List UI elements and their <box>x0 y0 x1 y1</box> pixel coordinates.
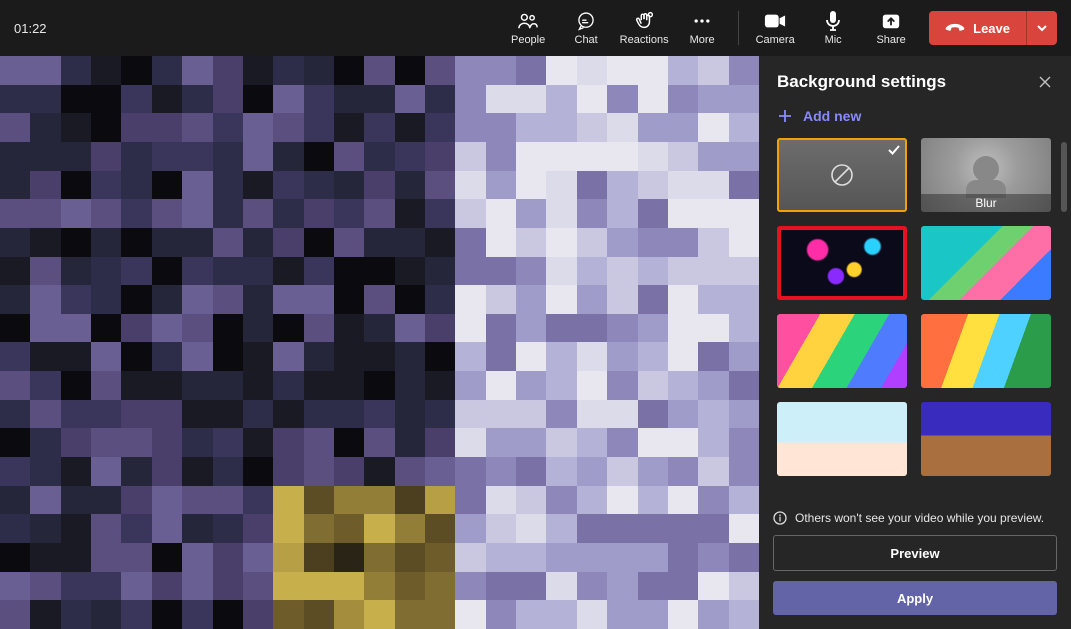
hangup-icon <box>945 21 965 35</box>
mic-button[interactable]: Mic <box>805 4 861 52</box>
more-button[interactable]: More <box>674 4 730 52</box>
preview-info: Others won't see your video while you pr… <box>773 511 1057 525</box>
plus-icon <box>777 108 793 124</box>
bg-option-image-1[interactable] <box>777 226 907 300</box>
people-icon <box>517 10 539 32</box>
thumbs-grid: Blur <box>759 138 1071 486</box>
people-button[interactable]: People <box>500 4 556 52</box>
video-preview-pixelated <box>0 56 759 629</box>
chat-button[interactable]: Chat <box>558 4 614 52</box>
video-stage <box>0 56 759 629</box>
leave-button[interactable]: Leave <box>929 11 1026 45</box>
toolbar-separator <box>738 11 739 45</box>
no-background-icon <box>829 162 855 188</box>
leave-dropdown[interactable] <box>1026 11 1057 45</box>
bg-option-image-6[interactable] <box>921 402 1051 476</box>
panel-scrollbar[interactable] <box>1061 142 1067 212</box>
share-label: Share <box>876 34 905 46</box>
close-icon <box>1037 74 1053 90</box>
bg-option-image-5[interactable] <box>777 402 907 476</box>
background-settings-panel: Background settings Add new <box>759 56 1071 629</box>
call-duration: 01:22 <box>14 21 47 36</box>
call-toolbar: People Chat Reactions <box>500 4 1057 52</box>
chat-icon <box>576 10 596 32</box>
camera-label: Camera <box>756 34 795 46</box>
close-panel-button[interactable] <box>1037 74 1053 90</box>
bg-option-image-2[interactable] <box>921 226 1051 300</box>
chevron-down-icon <box>1036 22 1048 34</box>
apply-button[interactable]: Apply <box>773 581 1057 615</box>
leave-group: Leave <box>929 11 1057 45</box>
bg-option-blur[interactable]: Blur <box>921 138 1051 212</box>
preview-button[interactable]: Preview <box>773 535 1057 571</box>
add-new-button[interactable]: Add new <box>759 100 1071 138</box>
panel-footer: Others won't see your video while you pr… <box>759 501 1071 629</box>
info-icon <box>773 511 787 525</box>
camera-button[interactable]: Camera <box>747 4 803 52</box>
check-icon <box>887 143 901 157</box>
reactions-button[interactable]: Reactions <box>616 4 672 52</box>
more-icon <box>692 10 712 32</box>
camera-icon <box>764 10 786 32</box>
share-icon <box>881 10 901 32</box>
share-button[interactable]: Share <box>863 4 919 52</box>
blur-label: Blur <box>921 194 1051 212</box>
panel-header: Background settings <box>759 56 1071 100</box>
bg-option-image-4[interactable] <box>921 314 1051 388</box>
main-area: Background settings Add new <box>0 56 1071 629</box>
mic-label: Mic <box>825 34 842 46</box>
top-bar: 01:22 People Chat <box>0 0 1071 56</box>
bg-option-none[interactable] <box>777 138 907 212</box>
preview-info-text: Others won't see your video while you pr… <box>795 511 1044 525</box>
mic-icon <box>824 10 842 32</box>
thumbs-container: Blur <box>759 138 1071 501</box>
more-label: More <box>690 34 715 46</box>
chat-label: Chat <box>575 34 598 46</box>
reactions-icon <box>633 10 655 32</box>
panel-title: Background settings <box>777 72 946 92</box>
reactions-label: Reactions <box>620 34 669 46</box>
people-label: People <box>511 34 545 46</box>
avatar-icon <box>973 156 999 182</box>
leave-label: Leave <box>973 21 1010 36</box>
bg-option-image-3[interactable] <box>777 314 907 388</box>
add-new-label: Add new <box>803 108 861 124</box>
